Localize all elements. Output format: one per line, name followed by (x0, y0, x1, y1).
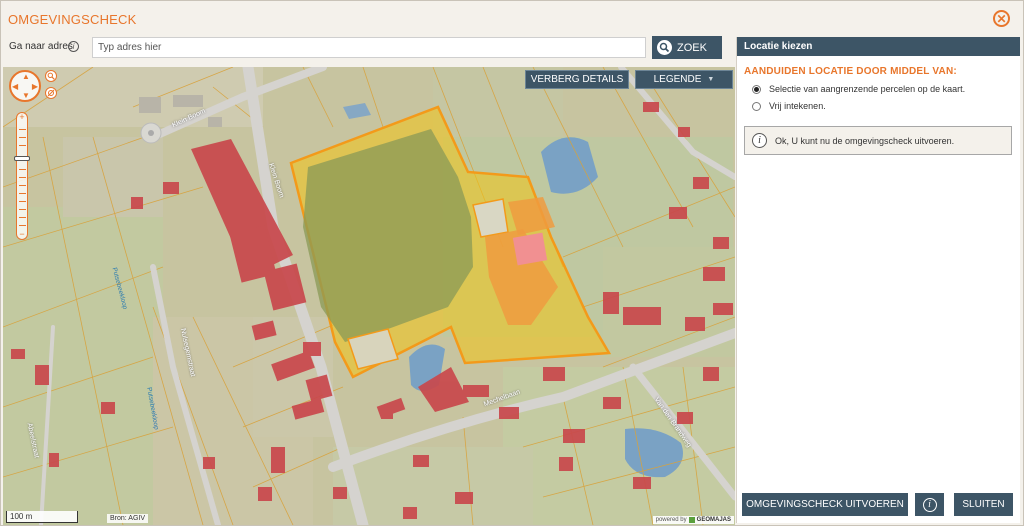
legend-button[interactable]: LEGENDE ▼ (635, 70, 733, 89)
info-icon: i (752, 133, 767, 148)
radio-button-selected[interactable] (752, 84, 761, 94)
map-source: Bron: AGIV (107, 514, 149, 523)
location-panel: Locatie kiezen AANDUIDEN LOCATIE DOOR MI… (736, 37, 1020, 523)
scale-bar: 100 m (6, 511, 78, 523)
powered-by-badge[interactable]: powered by GEOMAJAS (652, 516, 734, 524)
search-icon (657, 40, 672, 55)
zoom-in-icon[interactable] (45, 70, 57, 82)
section-title: AANDUIDEN LOCATIE DOOR MIDDEL VAN: (744, 66, 957, 77)
zoom-minus-button[interactable]: − (17, 229, 27, 239)
close-glyph: ✕ (996, 11, 1007, 26)
omgevingscheck-dialog: OMGEVINGSCHECK ✕ Ga naar adres i ZOEK (0, 0, 1024, 526)
powered-brand: GEOMAJAS (696, 517, 731, 523)
hide-details-label: VERBERG DETAILS (530, 74, 624, 85)
legend-label: LEGENDE (653, 74, 702, 85)
search-button-label: ZOEK (677, 41, 707, 54)
option-label: Vrij intekenen. (769, 101, 826, 111)
chevron-down-icon: ▼ (707, 76, 715, 83)
radio-button[interactable] (752, 101, 761, 111)
powered-by-label: powered by (655, 517, 687, 523)
address-label: Ga naar adres (9, 41, 73, 52)
zoom-extent-icon[interactable] (45, 87, 57, 99)
hide-details-button[interactable]: VERBERG DETAILS (525, 70, 629, 89)
map-viewport[interactable]: Klein Boom Klein Boom Nulsegemstraat Mec… (3, 67, 735, 525)
aerial-map (3, 67, 735, 525)
option-select-parcels[interactable]: Selectie van aangrenzende percelen op de… (752, 84, 965, 94)
zoom-plus-button[interactable]: + (17, 112, 27, 122)
close-button[interactable]: SLUITEN (954, 493, 1013, 516)
panel-header: Locatie kiezen (737, 37, 1020, 56)
dialog-title: OMGEVINGSCHECK (8, 12, 137, 27)
info-button[interactable]: i (915, 493, 944, 516)
info-icon: i (922, 497, 937, 512)
info-icon[interactable]: i (68, 41, 79, 52)
close-icon[interactable]: ✕ (993, 10, 1010, 27)
info-message: i Ok, U kunt nu de omgevingscheck uitvoe… (744, 126, 1012, 155)
zoom-handle[interactable] (14, 156, 30, 161)
geomajas-logo-icon (688, 517, 695, 523)
search-button[interactable]: ZOEK (652, 36, 722, 59)
info-text: Ok, U kunt nu de omgevingscheck uitvoere… (775, 135, 955, 146)
run-check-button[interactable]: OMGEVINGSCHECK UITVOEREN (742, 493, 908, 516)
pan-arrows-icon[interactable]: ▲ ▼ ◀ ▶ (9, 70, 41, 102)
option-free-draw[interactable]: Vrij intekenen. (752, 101, 826, 111)
address-search-input[interactable] (92, 37, 646, 58)
option-label: Selectie van aangrenzende percelen op de… (769, 84, 966, 94)
zoom-slider[interactable]: + − (14, 112, 30, 240)
